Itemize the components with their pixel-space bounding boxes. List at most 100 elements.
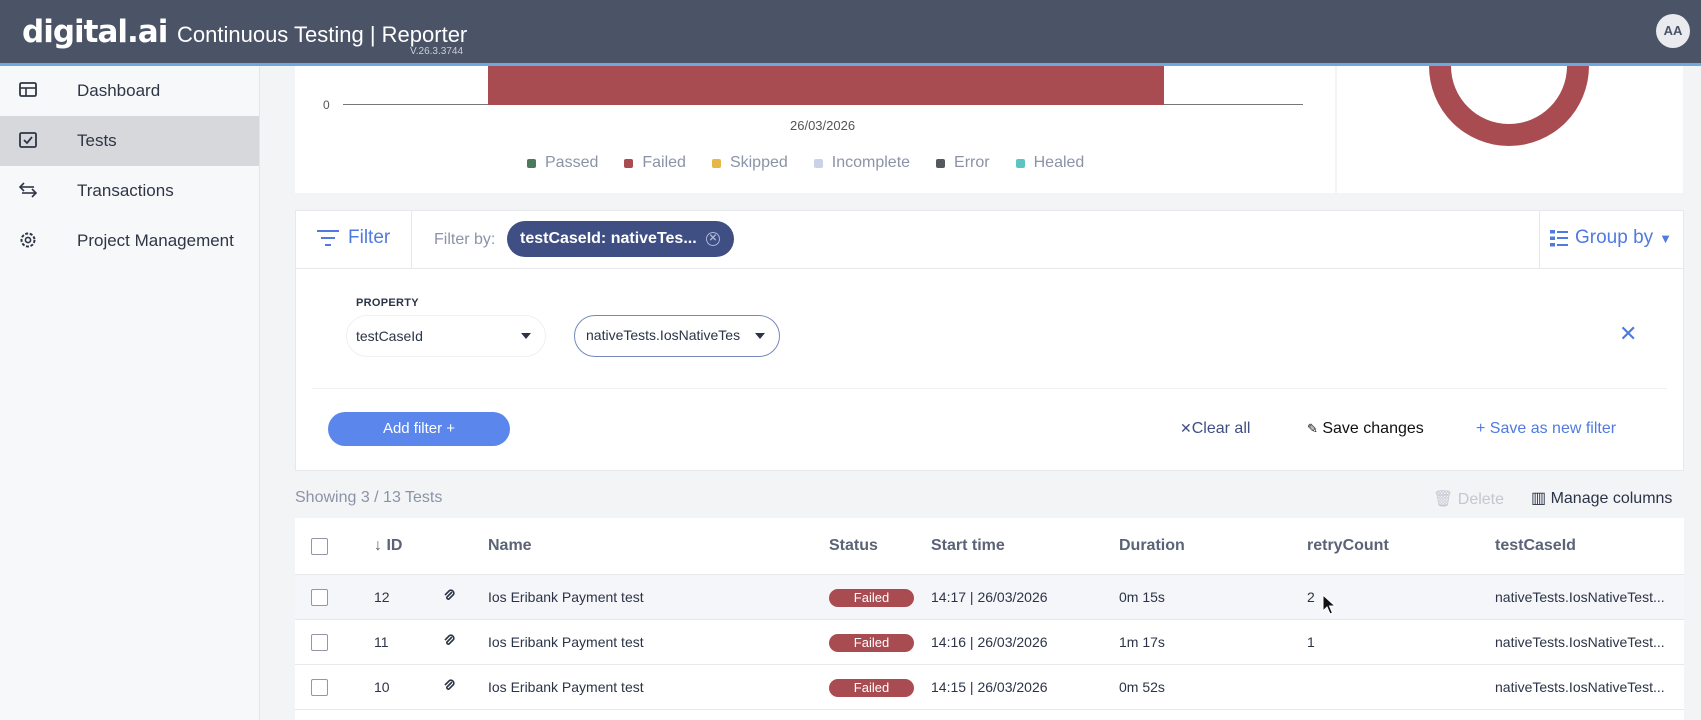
cell-retry-count: 2 xyxy=(1307,589,1315,605)
filter-button[interactable]: Filter xyxy=(316,227,390,249)
y-axis-tick-0: 0 xyxy=(323,98,330,112)
columns-icon: ▥ xyxy=(1531,490,1547,507)
add-filter-button[interactable]: Add filter + xyxy=(328,412,510,446)
property-label: PROPERTY xyxy=(356,297,419,309)
caret-down-icon xyxy=(755,333,765,339)
close-icon: ✕ xyxy=(1180,420,1192,436)
cell-name: Ios Eribank Payment test xyxy=(488,679,644,695)
cell-start-time: 14:16 | 26/03/2026 xyxy=(931,634,1048,650)
legend-label: Healed xyxy=(1033,154,1085,171)
active-filter-chip[interactable]: testCaseId: nativeTes... ✕ xyxy=(507,221,734,257)
donut-failed-segment[interactable] xyxy=(1337,66,1683,193)
edit-icon: ✎ xyxy=(1307,421,1318,436)
x-axis-tick-date: 26/03/2026 xyxy=(790,118,856,133)
column-header-status[interactable]: Status xyxy=(829,537,878,555)
cell-id: 11 xyxy=(374,634,389,650)
legend-swatch xyxy=(624,158,634,168)
cell-start-time: 14:17 | 26/03/2026 xyxy=(931,589,1048,605)
column-header-retry-count[interactable]: retryCount xyxy=(1307,537,1389,555)
results-count: Showing 3 / 13 Tests xyxy=(295,489,443,506)
attachment-icon[interactable] xyxy=(443,678,455,692)
column-header-duration[interactable]: Duration xyxy=(1119,537,1185,555)
property-select-value: testCaseId xyxy=(356,328,423,344)
test-status-chart: 0 26/03/2026 Passed Failed Skipped Incom… xyxy=(295,66,1335,193)
clear-all-button[interactable]: ✕Clear all xyxy=(1180,420,1250,438)
manage-columns-label: Manage columns xyxy=(1550,490,1673,507)
delete-button[interactable]: 🗑 Delete xyxy=(1433,489,1504,509)
tests-checkbox-icon xyxy=(19,132,37,148)
user-avatar[interactable]: AA xyxy=(1656,14,1690,48)
gear-icon xyxy=(20,232,36,248)
legend-label: Passed xyxy=(545,154,599,171)
mouse-cursor-icon xyxy=(1322,594,1336,615)
table-row[interactable]: 12 Ios Eribank Payment test Failed 14:17… xyxy=(295,575,1684,620)
cell-name: Ios Eribank Payment test xyxy=(488,589,644,605)
app-title: Continuous Testing | Reporter xyxy=(177,22,468,47)
table-row[interactable]: 10 Ios Eribank Payment test Failed 14:15… xyxy=(295,665,1684,710)
row-checkbox[interactable] xyxy=(311,589,328,606)
cell-duration: 1m 17s xyxy=(1119,634,1165,650)
status-badge: Failed xyxy=(829,634,914,652)
sidebar-item-label: Transactions xyxy=(77,181,174,200)
column-header-label: ID xyxy=(386,537,403,554)
filter-by-label: Filter by: xyxy=(434,231,496,248)
legend-swatch xyxy=(1015,158,1025,168)
transactions-arrows-icon xyxy=(18,182,38,198)
attachment-icon[interactable] xyxy=(443,588,455,602)
cell-testcaseid: nativeTests.IosNativeTest... xyxy=(1495,679,1665,695)
filter-button-label: Filter xyxy=(348,227,391,248)
group-by-icon xyxy=(1550,230,1568,247)
divider xyxy=(1539,211,1540,269)
row-checkbox[interactable] xyxy=(311,679,328,696)
filter-lines-icon xyxy=(317,230,339,246)
sidebar-item-dashboard[interactable]: Dashboard xyxy=(0,66,259,116)
group-by-dropdown[interactable]: Group by ▼ xyxy=(1549,227,1672,249)
legend-label: Incomplete xyxy=(831,154,911,171)
legend-label: Skipped xyxy=(729,154,788,171)
app-header: digital.ai Continuous Testing | Reporter… xyxy=(0,0,1701,66)
column-header-testcaseid[interactable]: testCaseId xyxy=(1495,537,1576,555)
value-select[interactable]: nativeTests.IosNativeTes xyxy=(574,315,780,357)
legend-failed[interactable]: Failed xyxy=(624,154,686,172)
divider xyxy=(312,388,1667,389)
row-checkbox[interactable] xyxy=(311,634,328,651)
sidebar-item-label: Tests xyxy=(77,131,117,150)
sidebar-item-transactions[interactable]: Transactions xyxy=(0,166,259,216)
cell-testcaseid: nativeTests.IosNativeTest... xyxy=(1495,634,1665,650)
property-select[interactable]: testCaseId xyxy=(346,315,546,357)
cell-name: Ios Eribank Payment test xyxy=(488,634,644,650)
legend-skipped[interactable]: Skipped xyxy=(711,154,788,172)
value-select-value: nativeTests.IosNativeTes xyxy=(586,327,741,343)
column-header-name[interactable]: Name xyxy=(488,537,532,555)
save-as-new-filter-button[interactable]: + Save as new filter xyxy=(1476,420,1616,438)
sidebar-item-label: Project Management xyxy=(77,231,234,250)
chip-remove-icon[interactable]: ✕ xyxy=(706,232,720,246)
table-header: ↓ ID Name Status Start time Duration ret… xyxy=(295,518,1684,575)
attachment-icon[interactable] xyxy=(443,633,455,647)
save-changes-button[interactable]: ✎ Save changes xyxy=(1307,420,1424,438)
sidebar-item-project-management[interactable]: Project Management xyxy=(0,216,259,266)
status-badge: Failed xyxy=(829,679,914,697)
dashboard-icon xyxy=(19,82,37,97)
tests-table: ↓ ID Name Status Start time Duration ret… xyxy=(295,518,1684,720)
remove-filter-row-icon[interactable]: ✕ xyxy=(1619,321,1637,347)
legend-error[interactable]: Error xyxy=(936,154,990,172)
column-header-start-time[interactable]: Start time xyxy=(931,537,1005,555)
save-changes-label: Save changes xyxy=(1322,420,1424,437)
manage-columns-button[interactable]: ▥ Manage columns xyxy=(1531,488,1672,508)
digital-ai-logo[interactable]: digital.ai xyxy=(22,14,168,50)
app-version: V.26.3.3744 xyxy=(410,46,464,57)
legend-swatch xyxy=(936,158,946,168)
select-all-checkbox[interactable] xyxy=(311,538,328,555)
table-row[interactable]: 11 Ios Eribank Payment test Failed 14:16… xyxy=(295,620,1684,665)
sort-arrow-icon: ↓ xyxy=(374,537,382,554)
legend-healed[interactable]: Healed xyxy=(1015,154,1085,172)
failed-bar[interactable] xyxy=(488,66,1164,105)
clear-all-label: Clear all xyxy=(1191,420,1251,437)
column-header-id[interactable]: ↓ ID xyxy=(374,537,402,555)
legend-passed[interactable]: Passed xyxy=(527,154,598,172)
sidebar-item-tests[interactable]: Tests xyxy=(0,116,259,166)
trash-icon: 🗑 xyxy=(1433,491,1454,508)
delete-label: Delete xyxy=(1457,491,1505,508)
legend-incomplete[interactable]: Incomplete xyxy=(813,154,911,172)
